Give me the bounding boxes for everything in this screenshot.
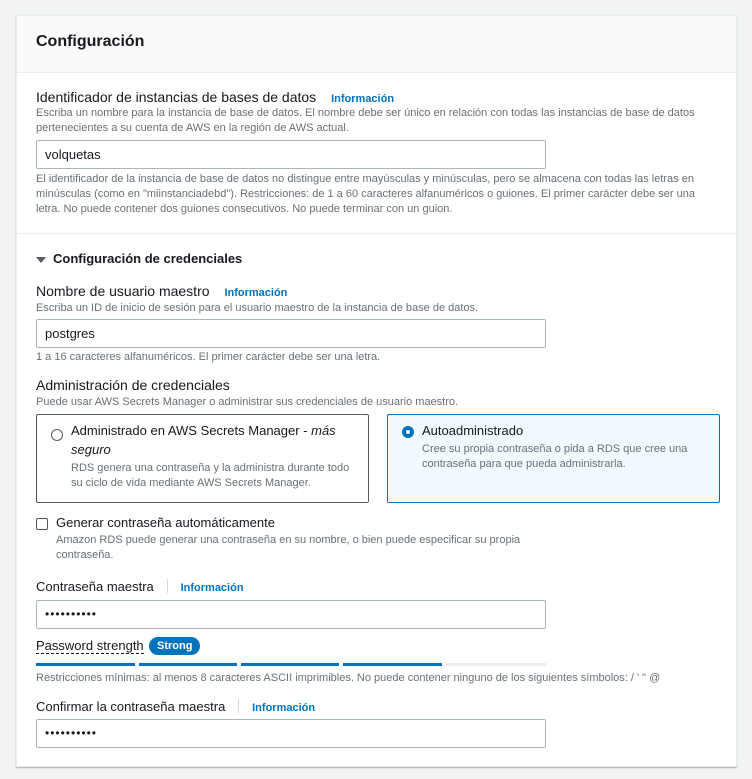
section-divider [17,233,736,234]
password-constraint: Restricciones mínimas: al menos 8 caract… [36,672,661,684]
panel-title: Configuración [36,33,145,50]
username-constraint: 1 a 16 caracteres alfanuméricos. El prim… [36,351,381,363]
secrets-manager-title-text: Administrado en AWS Secrets Manager - [71,423,312,438]
identifier-label: Identificador de instancias de bases de … [36,89,317,105]
strength-segment-3 [241,663,339,666]
username-label-row: Nombre de usuario maestro Información [36,283,287,301]
management-label: Administración de credenciales [36,377,230,393]
master-password-label-row: Contraseña maestra Información [36,578,244,596]
management-description: Puede usar AWS Secrets Manager o adminis… [36,396,459,408]
username-description: Escriba un ID de inicio de sesión para e… [36,302,479,314]
strength-segment-5 [446,663,546,666]
self-managed-option[interactable]: Autoadministrado Cree su propia contrase… [387,414,720,503]
username-label: Nombre de usuario maestro [36,283,210,299]
secrets-manager-radio[interactable] [51,429,63,441]
label-separator [166,579,168,593]
confirm-password-input[interactable]: •••••••••• [36,719,546,748]
strength-segment-4 [343,663,442,666]
identifier-constraint: El identificador de la instancia de base… [36,173,695,215]
configuration-panel: Configuración Identificador de instancia… [16,15,737,767]
auto-password-description: Amazon RDS puede generar una contraseña … [56,534,521,561]
password-strength-badge: Strong [149,637,201,655]
auto-password-label[interactable]: Generar contraseña automáticamente [56,515,275,530]
label-separator [238,699,240,713]
username-input[interactable]: postgres [36,319,546,348]
panel-header: Configuración [17,16,736,73]
secrets-manager-title: Administrado en AWS Secrets Manager - má… [71,421,356,459]
password-strength-meter [36,663,546,666]
strength-segment-2 [139,663,237,666]
confirm-password-info-link[interactable]: Información [252,702,315,714]
identifier-input[interactable]: volquetas [36,140,546,169]
self-managed-title: Autoadministrado [422,423,524,438]
password-strength-label[interactable]: Password strength [36,638,144,654]
identifier-info-link[interactable]: Información [331,93,394,105]
identifier-label-row: Identificador de instancias de bases de … [36,89,394,107]
self-managed-radio[interactable] [402,426,414,438]
master-password-info-link[interactable]: Información [181,582,244,594]
strength-segment-1 [36,663,135,666]
username-info-link[interactable]: Información [224,287,287,299]
self-managed-description: Cree su propia contraseña o pida a RDS q… [422,443,688,470]
confirm-password-label: Confirmar la contraseña maestra [36,699,226,714]
master-password-input[interactable]: •••••••••• [36,600,546,629]
secrets-manager-description: RDS genera una contraseña y la administr… [71,462,350,489]
identifier-description: Escriba un nombre para la instancia de b… [36,107,695,134]
auto-password-checkbox[interactable] [36,518,48,530]
caret-down-icon[interactable] [36,257,46,263]
master-password-label: Contraseña maestra [36,579,154,594]
confirm-password-label-row: Confirmar la contraseña maestra Informac… [36,698,315,716]
secrets-manager-option[interactable]: Administrado en AWS Secrets Manager - má… [36,414,369,503]
credentials-section-title[interactable]: Configuración de credenciales [53,251,242,266]
